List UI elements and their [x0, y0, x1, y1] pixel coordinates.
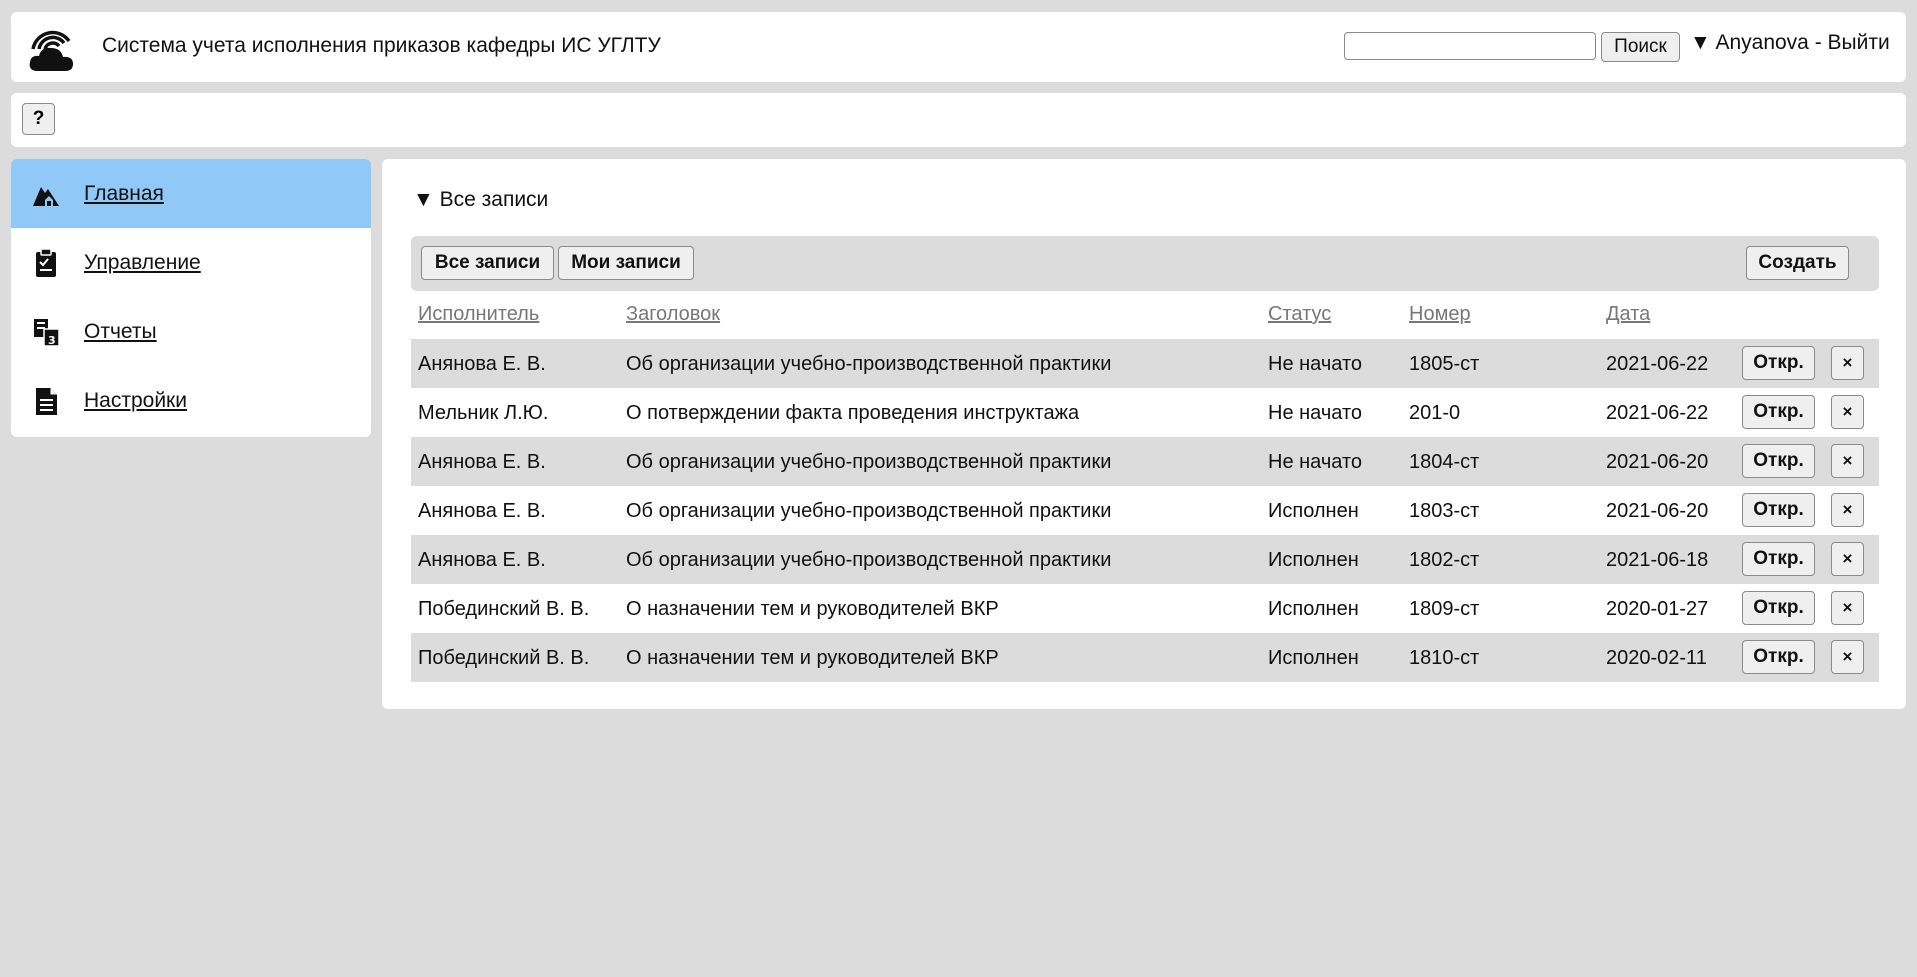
cell-title: Об организации учебно-производственной п… — [626, 451, 1112, 473]
delete-button[interactable]: × — [1831, 444, 1864, 478]
open-button[interactable]: Откр. — [1742, 542, 1815, 576]
cell-status: Исполнен — [1268, 549, 1359, 571]
cell-executor: Побединский В. В. — [418, 598, 590, 620]
sidebar-item-label: Управление — [84, 251, 201, 274]
search-button[interactable]: Поиск — [1601, 32, 1680, 62]
cell-number: 1809-ст — [1409, 598, 1480, 620]
cell-executor: Анянова Е. В. — [418, 549, 546, 571]
column-header-status[interactable]: Статус — [1268, 301, 1331, 327]
cell-title: О назначении тем и руководителей ВКР — [626, 647, 999, 669]
cell-date: 2021-06-18 — [1606, 549, 1709, 571]
create-button[interactable]: Создать — [1746, 246, 1849, 280]
cell-number: 1803-ст — [1409, 500, 1480, 522]
table-row: Анянова Е. В. Об организации учебно-прои… — [411, 535, 1879, 584]
table-row: Анянова Е. В. Об организации учебно-прои… — [411, 339, 1879, 388]
delete-button[interactable]: × — [1831, 346, 1864, 380]
cell-number: 1810-ст — [1409, 647, 1480, 669]
open-button[interactable]: Откр. — [1742, 346, 1815, 380]
section-toggle[interactable]: ▼ Все записи — [413, 187, 548, 213]
cell-date: 2020-02-11 — [1606, 647, 1707, 669]
cell-date: 2021-06-20 — [1606, 500, 1709, 522]
cell-date: 2021-06-22 — [1606, 402, 1709, 424]
cell-status: Исполнен — [1268, 500, 1359, 522]
reports-icon: 3 — [34, 319, 60, 347]
cloud-logo-icon — [29, 30, 73, 71]
user-menu[interactable]: ▼ Anyanova - Выйти — [1690, 30, 1890, 56]
open-button[interactable]: Откр. — [1742, 591, 1815, 625]
cell-executor: Мельник Л.Ю. — [418, 402, 549, 424]
document-icon — [36, 388, 57, 415]
cell-title: О назначении тем и руководителей ВКР — [626, 598, 999, 620]
cell-title: Об организации учебно-производственной п… — [626, 353, 1112, 375]
cell-title: О потверждении факта проведения инструкт… — [626, 402, 1080, 424]
open-button[interactable]: Откр. — [1742, 640, 1815, 674]
delete-button[interactable]: × — [1831, 542, 1864, 576]
cell-status: Исполнен — [1268, 647, 1359, 669]
main-content: ▼ Все записи Все записи Мои записи Созда… — [382, 159, 1906, 709]
table-row: Анянова Е. В. Об организации учебно-прои… — [411, 486, 1879, 535]
column-header-executor[interactable]: Исполнитель — [418, 301, 539, 327]
sidebar-item-label: Отчеты — [84, 320, 157, 343]
filter-bar: Все записи Мои записи Создать — [411, 236, 1879, 291]
search-input[interactable] — [1344, 32, 1596, 60]
sidebar-item-reports[interactable]: 3 Отчеты — [11, 297, 371, 366]
open-button[interactable]: Откр. — [1742, 444, 1815, 478]
cell-date: 2021-06-22 — [1606, 353, 1709, 375]
app-title: Система учета исполнения приказов кафедр… — [102, 34, 661, 57]
cell-date: 2021-06-20 — [1606, 451, 1709, 473]
svg-text:3: 3 — [48, 334, 56, 347]
column-header-date[interactable]: Дата — [1606, 301, 1650, 327]
cell-date: 2020-01-27 — [1606, 598, 1709, 620]
cell-status: Не начато — [1268, 402, 1363, 424]
table-row: Побединский В. В. О назначении тем и рук… — [411, 584, 1879, 633]
cell-executor: Побединский В. В. — [418, 647, 590, 669]
home-icon — [33, 187, 59, 206]
cell-executor: Анянова Е. В. — [418, 353, 546, 375]
all-records-button[interactable]: Все записи — [421, 246, 554, 280]
open-button[interactable]: Откр. — [1742, 395, 1815, 429]
clipboard-icon — [36, 248, 56, 277]
sidebar-item-label: Главная — [84, 182, 164, 205]
app-header: Система учета исполнения приказов кафедр… — [11, 12, 1906, 82]
my-records-button[interactable]: Мои записи — [558, 246, 694, 280]
sidebar: Главная Управление 3 Отчеты Настройки — [11, 159, 371, 437]
cell-number: 201-0 — [1409, 402, 1461, 424]
sidebar-item-settings[interactable]: Настройки — [11, 366, 371, 435]
cell-executor: Анянова Е. В. — [418, 500, 546, 522]
open-button[interactable]: Откр. — [1742, 493, 1815, 527]
cell-number: 1804-ст — [1409, 451, 1480, 473]
cell-executor: Анянова Е. В. — [418, 451, 546, 473]
cell-status: Не начато — [1268, 451, 1363, 473]
table-row: Побединский В. В. О назначении тем и рук… — [411, 633, 1879, 682]
sidebar-item-home[interactable]: Главная — [11, 159, 371, 228]
cell-number: 1805-ст — [1409, 353, 1480, 375]
sidebar-item-label: Настройки — [84, 389, 187, 412]
sidebar-item-management[interactable]: Управление — [11, 228, 371, 297]
table-row: Мельник Л.Ю. О потверждении факта провед… — [411, 388, 1879, 437]
column-header-title[interactable]: Заголовок — [626, 301, 720, 327]
cell-status: Исполнен — [1268, 598, 1359, 620]
delete-button[interactable]: × — [1831, 640, 1864, 674]
delete-button[interactable]: × — [1831, 395, 1864, 429]
delete-button[interactable]: × — [1831, 591, 1864, 625]
delete-button[interactable]: × — [1831, 493, 1864, 527]
cell-number: 1802-ст — [1409, 549, 1480, 571]
table-row: Анянова Е. В. Об организации учебно-прои… — [411, 437, 1879, 486]
cell-title: Об организации учебно-производственной п… — [626, 500, 1112, 522]
cell-status: Не начато — [1268, 353, 1363, 375]
cell-title: Об организации учебно-производственной п… — [626, 549, 1112, 571]
column-header-number[interactable]: Номер — [1409, 301, 1471, 327]
toolbar: ? — [11, 93, 1906, 147]
help-button[interactable]: ? — [22, 103, 55, 135]
